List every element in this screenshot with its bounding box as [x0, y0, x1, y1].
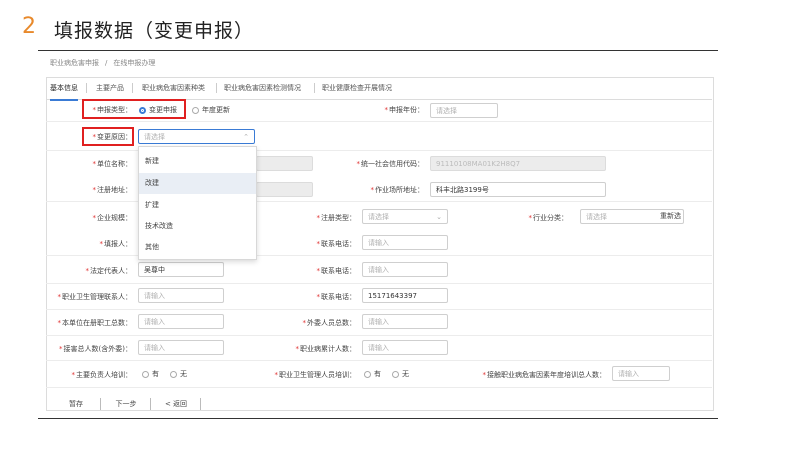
contact-phone-label: *联系电话：	[316, 240, 357, 248]
highlight-apply-type	[82, 99, 186, 119]
credit-code-label: *统一社会信用代码：	[356, 160, 425, 168]
health-manager-input[interactable]: 请输入	[138, 288, 224, 303]
radio-lead-yes[interactable]	[142, 371, 149, 378]
radio-mgr-no[interactable]	[392, 371, 399, 378]
dropdown-option-other[interactable]: 其他	[139, 237, 256, 258]
reg-type-select[interactable]: 请选择 ⌄	[362, 209, 448, 224]
radio-mgr-yes-label[interactable]: 有	[374, 369, 381, 379]
breadcrumb: 职业病危害申报 / 在线申报办理	[50, 59, 156, 67]
save-draft-button[interactable]: 暂存	[56, 396, 96, 412]
dropdown-option-rebuild[interactable]: 改建	[139, 173, 256, 194]
bottom-divider	[38, 418, 718, 419]
contact-phone-input[interactable]: 请输入	[362, 235, 448, 250]
legal-phone-label: *联系电话：	[316, 267, 357, 275]
enterprise-scale-label: *企业规模：	[92, 214, 133, 222]
apply-year-label: *申报年份：	[384, 106, 425, 114]
apply-year-select[interactable]: 请选择	[430, 103, 498, 118]
highlight-change-reason	[82, 127, 134, 146]
chevron-up-icon: ⌃	[243, 133, 249, 141]
tab-health-exam[interactable]: 职业健康检查开展情况	[322, 77, 392, 99]
reg-address-field[interactable]	[256, 182, 313, 197]
radio-annual-update-label[interactable]: 年度更新	[202, 105, 230, 115]
tab-hazard-detection[interactable]: 职业病危害因素检测情况	[224, 77, 301, 99]
reselect-industry-button[interactable]: 重新选	[660, 209, 681, 224]
breadcrumb-item[interactable]: 职业病危害申报	[50, 59, 99, 67]
breadcrumb-item[interactable]: 在线申报办理	[113, 59, 155, 67]
legal-rep-input[interactable]: 吴尊中	[138, 262, 224, 277]
health-manager-label: *职业卫生管理联系人：	[57, 293, 133, 301]
disease-total-input[interactable]: 请输入	[362, 340, 448, 355]
radio-annual-update[interactable]	[192, 107, 199, 114]
legal-phone-input[interactable]: 请输入	[362, 262, 448, 277]
worker-trained-label: *接触职业病危害因素年度培训总人数：	[482, 371, 607, 379]
reg-type-label: *注册类型：	[316, 214, 357, 222]
outsourced-input[interactable]: 请输入	[362, 314, 448, 329]
reg-address-label: *注册地址：	[92, 186, 133, 194]
radio-mgr-no-label[interactable]: 无	[402, 369, 409, 379]
unit-name-label: *单位名称：	[92, 160, 133, 168]
change-reason-select[interactable]: 请选择 ⌃	[138, 129, 255, 144]
next-step-button[interactable]: 下一步	[106, 396, 146, 412]
tab-hazard-factors[interactable]: 职业病危害因素种类	[142, 77, 205, 99]
tab-basic-info[interactable]: 基本信息	[50, 77, 78, 101]
top-divider	[38, 50, 718, 51]
tab-bar: 基本信息 主要产品 职业病危害因素种类 职业病危害因素检测情况 职业健康检查开展…	[46, 77, 712, 101]
unit-name-field[interactable]	[256, 156, 313, 171]
dropdown-option-new[interactable]: 新建	[139, 151, 256, 172]
radio-lead-no-label[interactable]: 无	[180, 369, 187, 379]
lead-trained-label: *主要负责人培训：	[71, 371, 133, 379]
step-number: 2	[22, 14, 36, 39]
chevron-down-icon: ⌄	[436, 213, 442, 221]
exposed-total-label: *接害总人数(含外委)：	[59, 345, 132, 353]
worker-trained-input[interactable]: 请输入	[612, 366, 670, 381]
mgr-trained-label: *职业卫生管理人员培训：	[274, 371, 357, 379]
back-button[interactable]: < 返回	[156, 396, 196, 412]
work-address-label: *作业场所地址：	[370, 186, 425, 194]
credit-code-field[interactable]: 91110108MA01K2H8Q7	[430, 156, 606, 171]
dropdown-option-tech-upgrade[interactable]: 技术改造	[139, 216, 256, 237]
radio-lead-no[interactable]	[170, 371, 177, 378]
disease-total-label: *职业病累计人数：	[295, 345, 357, 353]
outsourced-label: *外委人员总数：	[302, 319, 357, 327]
manager-phone-label: *联系电话：	[316, 293, 357, 301]
page-title: 填报数据（变更申报）	[54, 20, 255, 42]
radio-mgr-yes[interactable]	[364, 371, 371, 378]
dropdown-option-expand[interactable]: 扩建	[139, 195, 256, 216]
exposed-total-input[interactable]: 请输入	[138, 340, 224, 355]
work-address-field[interactable]: 科丰北路3199号	[430, 182, 606, 197]
industry-label: *行业分类：	[528, 214, 569, 222]
radio-lead-yes-label[interactable]: 有	[152, 369, 159, 379]
manager-phone-input[interactable]: 15171643397	[362, 288, 448, 303]
tab-main-products[interactable]: 主要产品	[96, 77, 124, 99]
filler-label: *填报人：	[99, 240, 133, 248]
legal-rep-label: *法定代表人：	[85, 267, 133, 275]
change-reason-dropdown: 新建 改建 扩建 技术改造 其他	[138, 146, 257, 260]
employees-input[interactable]: 请输入	[138, 314, 224, 329]
employees-label: *本单位在册职工总数：	[57, 319, 133, 327]
